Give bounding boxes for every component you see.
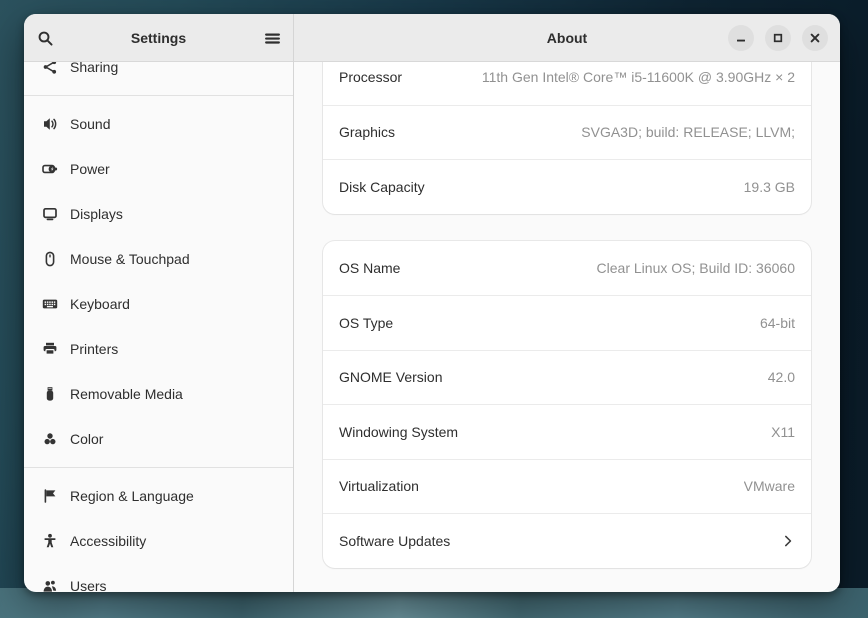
primary-menu-button[interactable] — [257, 23, 287, 53]
maximize-button[interactable] — [765, 25, 791, 51]
about-row-label: Virtualization — [339, 478, 744, 494]
about-row-gnome-version: GNOME Version42.0 — [323, 350, 811, 405]
sidebar-item-removable-media[interactable]: Removable Media — [24, 371, 293, 416]
sidebar-item-keyboard[interactable]: Keyboard — [24, 281, 293, 326]
sidebar-item-label: Power — [70, 161, 110, 177]
sidebar-item-label: Color — [70, 431, 103, 447]
about-row-label: GNOME Version — [339, 369, 768, 385]
sidebar-item-label: Sound — [70, 116, 110, 132]
usb-icon — [42, 386, 58, 402]
mouse-icon — [42, 251, 58, 267]
menu-icon — [264, 30, 281, 47]
about-pane: About Processor11th Gen Intel® Core™ i5-… — [294, 14, 840, 592]
power-icon — [42, 161, 58, 177]
about-row-label: Software Updates — [339, 533, 772, 549]
flag-icon — [42, 488, 58, 504]
accessibility-icon — [42, 533, 58, 549]
sidebar-item-color[interactable]: Color — [24, 416, 293, 461]
about-row-value: 11th Gen Intel® Core™ i5-11600K @ 3.90GH… — [482, 69, 795, 85]
about-row-label: Graphics — [339, 124, 581, 140]
window-controls — [728, 14, 828, 61]
sidebar-item-label: Removable Media — [70, 386, 183, 402]
sidebar-item-power[interactable]: Power — [24, 146, 293, 191]
keyboard-icon — [42, 296, 58, 312]
sidebar-section-divider — [24, 89, 293, 101]
sidebar-item-label: Keyboard — [70, 296, 130, 312]
about-row-os-name: OS NameClear Linux OS; Build ID: 36060 — [323, 241, 811, 296]
about-scroll-area[interactable]: Processor11th Gen Intel® Core™ i5-11600K… — [294, 62, 840, 592]
sidebar-section-divider — [24, 461, 293, 473]
close-button[interactable] — [802, 25, 828, 51]
sidebar: Settings SharingSoundPowerDisplaysMouse … — [24, 14, 294, 592]
sidebar-item-label: Printers — [70, 341, 118, 357]
about-row-label: Windowing System — [339, 424, 771, 440]
sidebar-item-sound[interactable]: Sound — [24, 101, 293, 146]
sidebar-item-label: Users — [70, 578, 107, 593]
maximize-icon — [771, 31, 785, 45]
about-card: Processor11th Gen Intel® Core™ i5-11600K… — [323, 62, 811, 214]
printer-icon — [42, 341, 58, 357]
about-row-value: SVGA3D; build: RELEASE; LLVM; — [581, 124, 795, 140]
about-row-value: 19.3 GB — [744, 179, 795, 195]
about-row-value: 42.0 — [768, 369, 795, 385]
close-icon — [808, 31, 822, 45]
about-row-label: Disk Capacity — [339, 179, 744, 195]
about-row-value: Clear Linux OS; Build ID: 36060 — [597, 260, 795, 276]
sidebar-item-accessibility[interactable]: Accessibility — [24, 518, 293, 563]
about-row-software-updates[interactable]: Software Updates — [323, 513, 811, 568]
sidebar-item-printers[interactable]: Printers — [24, 326, 293, 371]
about-row-value: VMware — [744, 478, 795, 494]
about-row-graphics: GraphicsSVGA3D; build: RELEASE; LLVM; — [323, 105, 811, 160]
sidebar-item-label: Displays — [70, 206, 123, 222]
chevron-right-icon — [781, 534, 795, 548]
about-row-label: OS Name — [339, 260, 597, 276]
displays-icon — [42, 206, 58, 222]
sidebar-title: Settings — [24, 14, 293, 61]
sidebar-headerbar[interactable]: Settings — [24, 14, 293, 62]
about-row-os-type: OS Type64-bit — [323, 295, 811, 350]
about-row-value: X11 — [771, 424, 795, 440]
minimize-icon — [734, 31, 748, 45]
sound-icon — [42, 116, 58, 132]
about-row-virtualization: VirtualizationVMware — [323, 459, 811, 514]
sidebar-item-label: Region & Language — [70, 488, 194, 504]
about-row-windowing-system: Windowing SystemX11 — [323, 404, 811, 459]
sidebar-item-region-language[interactable]: Region & Language — [24, 473, 293, 518]
about-card: OS NameClear Linux OS; Build ID: 36060OS… — [323, 241, 811, 568]
sidebar-item-label: Mouse & Touchpad — [70, 251, 190, 267]
settings-window: Settings SharingSoundPowerDisplaysMouse … — [24, 14, 840, 592]
sidebar-item-displays[interactable]: Displays — [24, 191, 293, 236]
desktop-wallpaper: Settings SharingSoundPowerDisplaysMouse … — [0, 0, 868, 618]
content-headerbar[interactable]: About — [294, 14, 840, 62]
sidebar-item-label: Accessibility — [70, 533, 146, 549]
about-row-processor: Processor11th Gen Intel® Core™ i5-11600K… — [323, 62, 811, 105]
sidebar-item-users[interactable]: Users — [24, 563, 293, 592]
sidebar-item-mouse-touchpad[interactable]: Mouse & Touchpad — [24, 236, 293, 281]
minimize-button[interactable] — [728, 25, 754, 51]
about-row-disk-capacity: Disk Capacity19.3 GB — [323, 159, 811, 214]
sidebar-nav[interactable]: SharingSoundPowerDisplaysMouse & Touchpa… — [24, 44, 293, 592]
about-row-label: Processor — [339, 69, 482, 85]
about-row-value: 64-bit — [760, 315, 795, 331]
users-icon — [42, 578, 58, 593]
about-row-label: OS Type — [339, 315, 760, 331]
color-icon — [42, 431, 58, 447]
